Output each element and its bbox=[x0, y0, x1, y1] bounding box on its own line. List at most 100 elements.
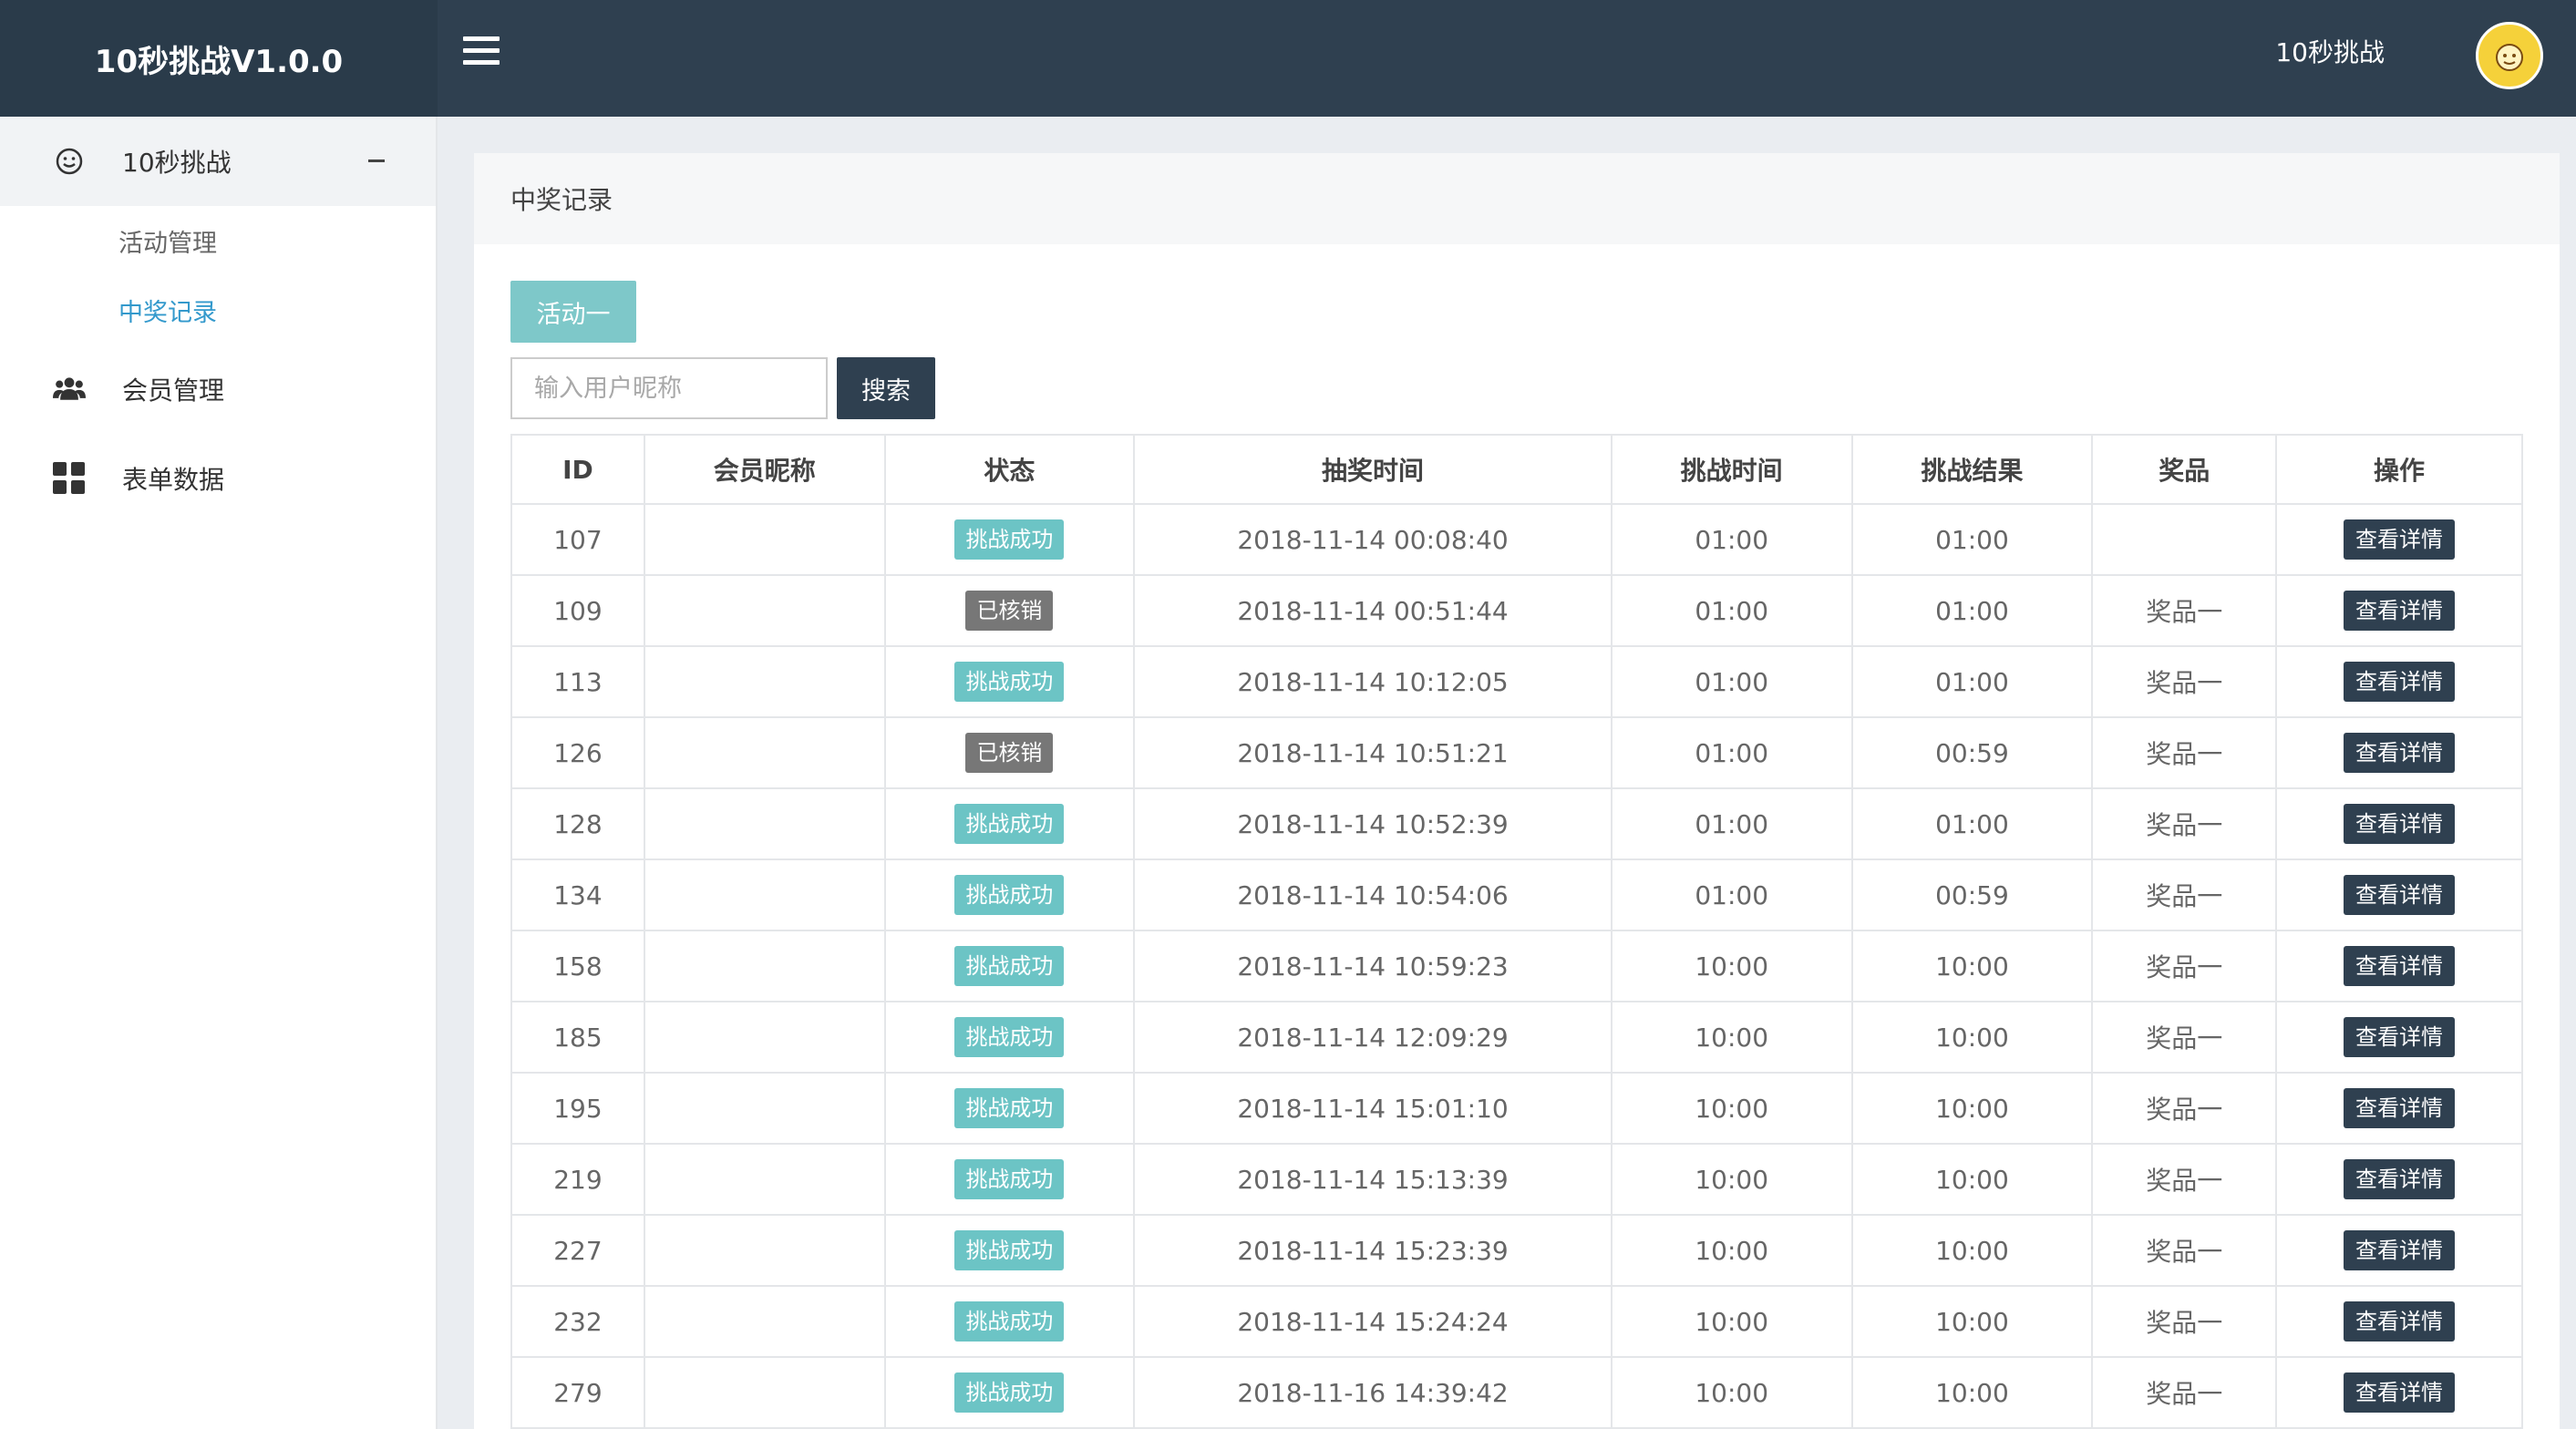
cell-challenge-result: 10:00 bbox=[1850, 1214, 2094, 1287]
cell-challenge-result: 01:00 bbox=[1850, 574, 2094, 647]
cell-status: 挑战成功 bbox=[883, 1214, 1136, 1287]
cell-challenge-time: 01:00 bbox=[1610, 716, 1853, 789]
column-header: 奖品 bbox=[2091, 434, 2278, 505]
records-table: ID 会员昵称 状态 抽奖时间 挑战时间 挑战结果 奖品 操作 107 挑战成功 2… bbox=[510, 434, 2523, 1429]
cell-nickname bbox=[643, 1143, 886, 1216]
view-details-button[interactable]: 查看详情 bbox=[2344, 1230, 2456, 1270]
table-row: 109 已核销 2018-11-14 00:51:44 01:00 01:00 奖品一 查看… bbox=[510, 574, 2523, 647]
cell-draw-time: 2018-11-14 10:59:23 bbox=[1133, 930, 1613, 1002]
column-header: 操作 bbox=[2275, 434, 2523, 505]
cell-draw-time: 2018-11-14 15:24:24 bbox=[1133, 1285, 1613, 1358]
sidebar-group-members[interactable]: 会员管理 bbox=[0, 344, 436, 434]
cell-actions: 查看详情 bbox=[2275, 1214, 2523, 1287]
cell-prize: 奖品一 bbox=[2091, 858, 2278, 931]
sidebar-group-label: 表单数据 bbox=[122, 465, 225, 495]
cell-challenge-time: 10:00 bbox=[1610, 1214, 1853, 1287]
cell-status: 挑战成功 bbox=[883, 1356, 1136, 1429]
table-row: 232 挑战成功 2018-11-14 15:24:24 10:00 10:00 奖品一查… bbox=[510, 1285, 2523, 1358]
view-details-button[interactable]: 查看详情 bbox=[2344, 519, 2456, 560]
cell-challenge-result: 10:00 bbox=[1850, 1356, 2094, 1429]
column-header: 状态 bbox=[883, 434, 1136, 505]
cell-draw-time: 2018-11-14 12:09:29 bbox=[1133, 1001, 1613, 1074]
cell-nickname bbox=[643, 716, 886, 789]
cell-id: 219 bbox=[510, 1143, 645, 1216]
table-header-row: ID 会员昵称 状态 抽奖时间 挑战时间 挑战结果 奖品 操作 bbox=[510, 434, 2523, 505]
cell-status: 挑战成功 bbox=[883, 930, 1136, 1002]
top-header: 10秒挑战V1.0.0 10秒挑战 bbox=[0, 0, 2576, 117]
cell-status: 挑战成功 bbox=[883, 1072, 1136, 1145]
cell-nickname bbox=[643, 787, 886, 860]
cell-nickname bbox=[643, 503, 886, 576]
cell-challenge-time: 01:00 bbox=[1610, 858, 1853, 931]
cell-prize: 奖品一 bbox=[2091, 1143, 2278, 1216]
sidebar-group-challenge[interactable]: 10秒挑战 bbox=[0, 117, 436, 206]
view-details-button[interactable]: 查看详情 bbox=[2344, 946, 2456, 986]
column-header: 挑战时间 bbox=[1610, 434, 1853, 505]
cell-actions: 查看详情 bbox=[2275, 1285, 2523, 1358]
cell-challenge-result: 10:00 bbox=[1850, 1001, 2094, 1074]
cell-challenge-result: 01:00 bbox=[1850, 645, 2094, 718]
cartoon-avatar-icon bbox=[2496, 44, 2523, 71]
cell-id: 158 bbox=[510, 930, 645, 1002]
status-badge: 挑战成功 bbox=[954, 1301, 1065, 1342]
view-details-button[interactable]: 查看详情 bbox=[2344, 591, 2456, 631]
table-row: 158 挑战成功 2018-11-14 10:59:23 10:00 10:00 奖品一查… bbox=[510, 930, 2523, 1002]
cell-prize: 奖品一 bbox=[2091, 645, 2278, 718]
search-button[interactable]: 搜索 bbox=[837, 357, 935, 419]
cell-nickname bbox=[643, 1214, 886, 1287]
cell-prize: 奖品一 bbox=[2091, 930, 2278, 1002]
view-details-button[interactable]: 查看详情 bbox=[2344, 1017, 2456, 1057]
cell-challenge-time: 01:00 bbox=[1610, 503, 1853, 576]
cell-actions: 查看详情 bbox=[2275, 930, 2523, 1002]
cell-id: 227 bbox=[510, 1214, 645, 1287]
view-details-button[interactable]: 查看详情 bbox=[2344, 1088, 2456, 1128]
main-panel: 中奖记录 活动一 搜索 ID 会员昵称 状态 抽奖时间 挑战时间 挑战结果 奖品… bbox=[474, 153, 2560, 1429]
cell-prize bbox=[2091, 503, 2278, 576]
cell-nickname bbox=[643, 1356, 886, 1429]
status-badge: 挑战成功 bbox=[954, 1159, 1065, 1199]
cell-id: 195 bbox=[510, 1072, 645, 1145]
cell-prize: 奖品一 bbox=[2091, 787, 2278, 860]
cell-actions: 查看详情 bbox=[2275, 503, 2523, 576]
cell-challenge-time: 01:00 bbox=[1610, 574, 1853, 647]
cell-draw-time: 2018-11-14 10:54:06 bbox=[1133, 858, 1613, 931]
sidebar-item-prize-records[interactable]: 中奖记录 bbox=[0, 275, 436, 344]
view-details-button[interactable]: 查看详情 bbox=[2344, 733, 2456, 773]
status-badge: 已核销 bbox=[965, 591, 1054, 631]
table-body: 107 挑战成功 2018-11-14 00:08:40 01:00 01:00 查看详情… bbox=[510, 503, 2523, 1429]
view-details-button[interactable]: 查看详情 bbox=[2344, 875, 2456, 915]
view-details-button[interactable]: 查看详情 bbox=[2344, 1159, 2456, 1199]
view-details-button[interactable]: 查看详情 bbox=[2344, 1301, 2456, 1342]
cell-challenge-result: 10:00 bbox=[1850, 930, 2094, 1002]
view-details-button[interactable]: 查看详情 bbox=[2344, 1372, 2456, 1413]
collapse-icon[interactable] bbox=[368, 159, 385, 162]
cell-prize: 奖品一 bbox=[2091, 1072, 2278, 1145]
table-row: 128 挑战成功 2018-11-14 10:52:39 01:00 01:00 奖品一查… bbox=[510, 787, 2523, 860]
cell-actions: 查看详情 bbox=[2275, 1001, 2523, 1074]
page-title: 中奖记录 bbox=[474, 153, 2560, 244]
cell-prize: 奖品一 bbox=[2091, 574, 2278, 647]
search-input[interactable] bbox=[510, 357, 828, 419]
table-row: 219 挑战成功 2018-11-14 15:13:39 10:00 10:00 奖品一查… bbox=[510, 1143, 2523, 1216]
top-username[interactable]: 10秒挑战 bbox=[2275, 35, 2385, 71]
sidebar-group-form-data[interactable]: 表单数据 bbox=[0, 434, 436, 523]
cell-challenge-time: 10:00 bbox=[1610, 1285, 1853, 1358]
cell-status: 挑战成功 bbox=[883, 503, 1136, 576]
cell-challenge-result: 10:00 bbox=[1850, 1285, 2094, 1358]
cell-draw-time: 2018-11-14 00:08:40 bbox=[1133, 503, 1613, 576]
cell-draw-time: 2018-11-14 15:13:39 bbox=[1133, 1143, 1613, 1216]
avatar[interactable] bbox=[2476, 22, 2543, 89]
cell-draw-time: 2018-11-14 00:51:44 bbox=[1133, 574, 1613, 647]
sidebar-item-activity-management[interactable]: 活动管理 bbox=[0, 206, 436, 275]
cell-prize: 奖品一 bbox=[2091, 1285, 2278, 1358]
view-details-button[interactable]: 查看详情 bbox=[2344, 662, 2456, 702]
cell-id: 185 bbox=[510, 1001, 645, 1074]
hamburger-menu-icon[interactable] bbox=[463, 36, 500, 73]
view-details-button[interactable]: 查看详情 bbox=[2344, 804, 2456, 844]
tab-activity-one[interactable]: 活动一 bbox=[510, 281, 636, 343]
cell-status: 已核销 bbox=[883, 716, 1136, 789]
cell-actions: 查看详情 bbox=[2275, 1356, 2523, 1429]
cell-status: 已核销 bbox=[883, 574, 1136, 647]
sidebar-group-label: 会员管理 bbox=[122, 375, 225, 406]
cell-challenge-time: 10:00 bbox=[1610, 1143, 1853, 1216]
